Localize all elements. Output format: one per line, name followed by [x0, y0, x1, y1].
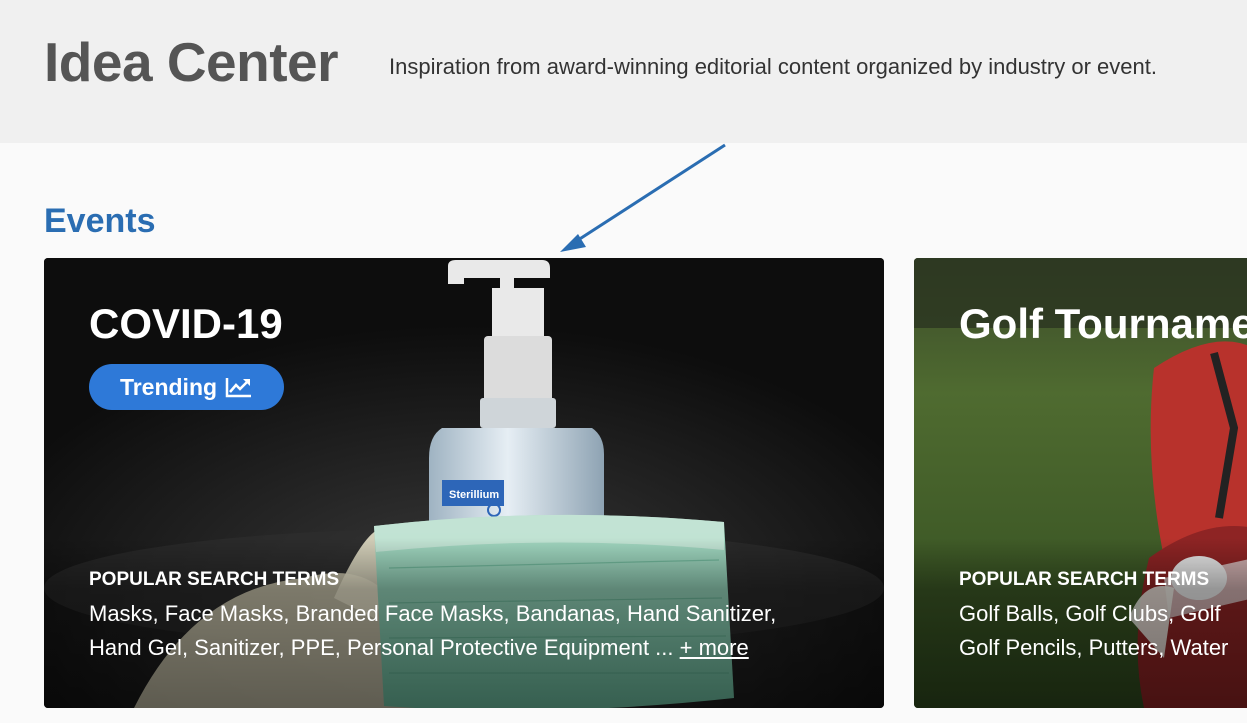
- terms-line-2: Hand Gel, Sanitizer, PPE, Personal Prote…: [89, 631, 859, 665]
- card-title: Golf Tourname: [959, 300, 1247, 347]
- event-card-covid[interactable]: Sterillium COVID-19 Trending POPULAR SEA…: [44, 258, 884, 708]
- bottle-label-text: Sterillium: [449, 489, 499, 501]
- trending-badge-label: Trending: [119, 373, 218, 400]
- terms-line-2: Golf Pencils, Putters, Water: [959, 635, 1229, 660]
- event-card-golf[interactable]: Golf Tourname POPULAR SEARCH TERMS Golf …: [914, 258, 1247, 708]
- page-subtitle: Inspiration from award-winning editorial…: [389, 54, 1157, 79]
- terms-line-1: Masks, Face Masks, Branded Face Masks, B…: [89, 601, 777, 626]
- page-header: Idea Center Inspiration from award-winni…: [0, 0, 1247, 143]
- more-terms-link[interactable]: + more: [680, 635, 749, 660]
- popular-search-terms: Masks, Face Masks, Branded Face Masks, B…: [89, 597, 859, 665]
- popular-search-terms-label: POPULAR SEARCH TERMS: [959, 569, 1210, 590]
- card-title: COVID-19: [89, 300, 283, 347]
- popular-search-terms-label: POPULAR SEARCH TERMS: [89, 569, 340, 590]
- terms-line-2-text: Hand Gel, Sanitizer, PPE, Personal Prote…: [89, 635, 674, 660]
- terms-line-1: Golf Balls, Golf Clubs, Golf: [959, 601, 1221, 626]
- section-title-events: Events: [44, 202, 156, 240]
- trending-badge[interactable]: Trending: [89, 364, 284, 410]
- page-title: Idea Center: [44, 31, 339, 93]
- trending-chart-icon: [225, 378, 252, 398]
- popular-search-terms: Golf Balls, Golf Clubs, Golf Golf Pencil…: [959, 597, 1247, 665]
